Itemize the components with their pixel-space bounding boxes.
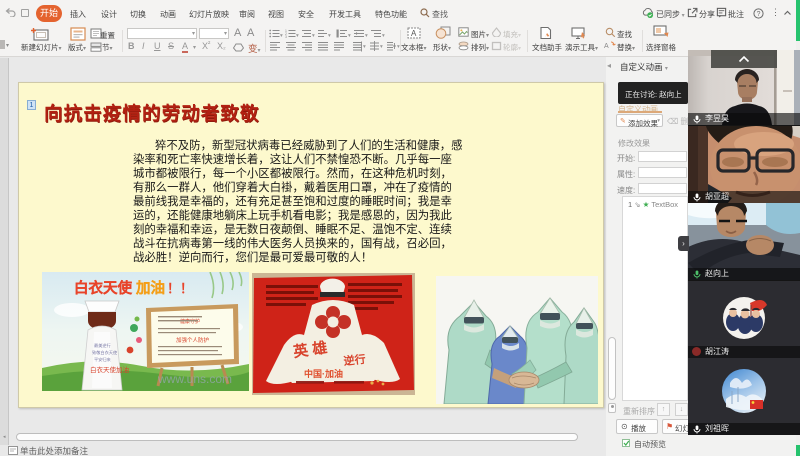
svg-text:www.uns.com: www.uns.com — [157, 372, 232, 386]
svg-text:3: 3 — [285, 35, 287, 38]
svg-text:加油: 加油 — [135, 279, 165, 297]
svg-text:中国·加油: 中国·加油 — [304, 368, 343, 379]
svg-text:致敬白衣天使: 致敬白衣天使 — [92, 349, 118, 356]
svg-text:！！: ！！ — [167, 281, 193, 296]
svg-text:A: A — [411, 29, 417, 38]
svg-text:健康守护: 健康守护 — [180, 318, 200, 325]
svg-text:最美逆行: 最美逆行 — [94, 342, 111, 349]
svg-text:加强个人防护: 加强个人防护 — [176, 336, 210, 344]
svg-text:白衣天使加油: 白衣天使加油 — [90, 365, 129, 374]
svg-text:白衣天使: 白衣天使 — [74, 279, 132, 297]
svg-text:A: A — [604, 43, 609, 50]
svg-text:?: ? — [757, 11, 761, 18]
svg-text:平安归来: 平安归来 — [94, 356, 112, 363]
